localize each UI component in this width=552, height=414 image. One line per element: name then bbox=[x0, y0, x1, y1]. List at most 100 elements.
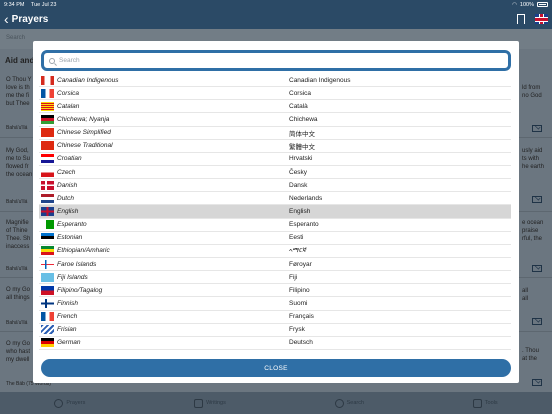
denmark-flag-icon bbox=[41, 180, 54, 190]
language-english-name: Fiji Islands bbox=[57, 273, 88, 281]
fiji-flag-icon bbox=[41, 272, 54, 282]
ethiopia-flag-icon bbox=[41, 246, 54, 256]
language-native-name: Frysk bbox=[289, 326, 305, 334]
envelope-icon[interactable] bbox=[532, 265, 542, 272]
section-heading: Aid and bbox=[5, 56, 35, 65]
language-native-name: ኣማርኛ bbox=[289, 246, 307, 254]
tab-label: Prayers bbox=[66, 400, 86, 406]
language-flag-button[interactable] bbox=[535, 14, 548, 24]
language-english-name: Catalan bbox=[57, 102, 80, 110]
language-native-name: 简体中文 bbox=[289, 130, 315, 138]
status-time: 9:34 PM bbox=[4, 1, 25, 8]
page-title: Prayers bbox=[11, 13, 49, 25]
language-english-name: Ethiopian/Amharic bbox=[57, 247, 110, 255]
language-row[interactable]: English English bbox=[39, 205, 511, 219]
prayer-snippet-right: e ocean praise rful, the bbox=[522, 220, 544, 242]
language-english-name: Estonian bbox=[57, 234, 83, 242]
language-english-name: Chichewa; Nyanja bbox=[57, 115, 110, 123]
language-picker-modal: Canadian Indigenous Canadian Indigenous Co… bbox=[33, 41, 519, 383]
sun-icon bbox=[54, 398, 64, 408]
bookmark-icon[interactable] bbox=[517, 14, 525, 24]
language-row[interactable]: Czech Česky bbox=[39, 166, 511, 180]
language-native-name: Deutsch bbox=[289, 339, 313, 347]
language-row[interactable]: Croatian Hrvatski bbox=[39, 153, 511, 166]
envelope-icon[interactable] bbox=[532, 125, 542, 132]
language-native-name: Eesti bbox=[289, 234, 304, 242]
prayer-snippet-left: O my Go who hast my dwell bbox=[6, 341, 31, 363]
tab-label: Search bbox=[346, 400, 365, 406]
tab-tools[interactable]: Tools bbox=[472, 398, 498, 408]
language-row[interactable]: Frisian Frysk bbox=[39, 324, 511, 337]
envelope-icon[interactable] bbox=[532, 379, 542, 386]
language-native-name: Chichewa bbox=[289, 115, 318, 123]
language-row[interactable]: Danish Dansk bbox=[39, 179, 511, 193]
language-native-name: Fiji bbox=[289, 273, 298, 281]
language-native-name: Dansk bbox=[289, 181, 308, 189]
language-search-box[interactable] bbox=[41, 50, 511, 71]
germany-flag-icon bbox=[41, 338, 54, 348]
tab-bar: Prayers Writings Search Tools bbox=[0, 392, 552, 414]
language-row[interactable]: Filipino/Tagalog Filipino bbox=[39, 284, 511, 298]
language-english-name: German bbox=[57, 339, 81, 347]
prayer-snippet-right: . Thou at the bbox=[522, 348, 539, 362]
language-native-name: Català bbox=[289, 102, 308, 110]
language-row[interactable]: Fiji Islands Fiji bbox=[39, 271, 511, 285]
book-icon bbox=[194, 398, 204, 408]
back-chevron-icon[interactable]: ‹ bbox=[4, 12, 9, 26]
language-native-name: Filipino bbox=[289, 286, 310, 294]
tab-writings[interactable]: Writings bbox=[194, 398, 226, 408]
language-row[interactable]: Esperanto Esperanto bbox=[39, 219, 511, 232]
prayer-author: Bahá'u'llá bbox=[6, 266, 28, 272]
envelope-icon[interactable] bbox=[532, 196, 542, 203]
prayer-snippet-right: usly aid ts with he earth bbox=[522, 148, 545, 170]
language-row[interactable]: Finnish Suomi bbox=[39, 297, 511, 311]
language-english-name: Dutch bbox=[57, 194, 74, 202]
language-row[interactable]: Chinese Simplified 简体中文 bbox=[39, 127, 511, 140]
language-search-input[interactable] bbox=[59, 57, 499, 64]
close-button[interactable]: CLOSE bbox=[41, 359, 511, 377]
language-row[interactable]: Catalan Català bbox=[39, 100, 511, 114]
language-list: Canadian Indigenous Canadian Indigenous Co… bbox=[39, 74, 511, 350]
tab-prayers[interactable]: Prayers bbox=[54, 398, 86, 408]
language-english-name: Czech bbox=[57, 168, 76, 176]
language-english-name: Canadian Indigenous bbox=[57, 76, 119, 84]
language-row[interactable]: French Français bbox=[39, 311, 511, 324]
language-english-name: Danish bbox=[57, 181, 78, 189]
language-english-name: Croatian bbox=[57, 155, 82, 163]
tab-search[interactable]: Search bbox=[334, 398, 365, 408]
battery-icon bbox=[537, 2, 548, 7]
language-native-name: Canadian Indigenous bbox=[289, 76, 351, 84]
language-native-name: Nederlands bbox=[289, 194, 323, 202]
prayer-author: Bahá'u'llá bbox=[6, 199, 28, 205]
tab-label: Tools bbox=[484, 400, 498, 406]
language-row[interactable]: Estonian Eesti bbox=[39, 232, 511, 245]
language-native-name: Hrvatski bbox=[289, 155, 313, 163]
estonia-flag-icon bbox=[41, 233, 54, 243]
language-english-name: English bbox=[57, 207, 79, 215]
language-row[interactable]: Ethiopian/Amharic ኣማርኛ bbox=[39, 245, 511, 258]
prayer-author: Bahá'u'llá bbox=[6, 320, 28, 326]
philippines-flag-icon bbox=[41, 285, 54, 295]
language-native-name: Français bbox=[289, 313, 314, 321]
language-row[interactable]: Corsica Corsica bbox=[39, 87, 511, 101]
language-row[interactable]: Chichewa; Nyanja Chichewa bbox=[39, 113, 511, 127]
esperanto-flag-icon bbox=[41, 220, 54, 230]
envelope-icon[interactable] bbox=[532, 318, 542, 325]
language-row[interactable]: Faroe Islands Føroyar bbox=[39, 258, 511, 272]
france-flag-icon bbox=[41, 88, 54, 98]
canada-flag-icon bbox=[41, 75, 54, 85]
language-row[interactable]: German Deutsch bbox=[39, 337, 511, 350]
france-flag-icon bbox=[41, 312, 54, 322]
netherlands-flag-icon bbox=[41, 193, 54, 203]
language-row[interactable]: Chinese Traditional 繁體中文 bbox=[39, 140, 511, 153]
nav-bar: ‹ Prayers bbox=[0, 9, 552, 29]
language-native-name: Corsica bbox=[289, 89, 312, 97]
language-row[interactable]: Dutch Nederlands bbox=[39, 192, 511, 206]
language-native-name: English bbox=[289, 207, 311, 215]
language-row[interactable]: Canadian Indigenous Canadian Indigenous bbox=[39, 74, 511, 88]
language-english-name: Faroe Islands bbox=[57, 260, 97, 268]
faroe-flag-icon bbox=[41, 259, 54, 269]
language-native-name: Esperanto bbox=[289, 221, 319, 229]
frisian-flag-icon bbox=[41, 325, 54, 335]
battery-percent: 100% bbox=[519, 1, 534, 8]
